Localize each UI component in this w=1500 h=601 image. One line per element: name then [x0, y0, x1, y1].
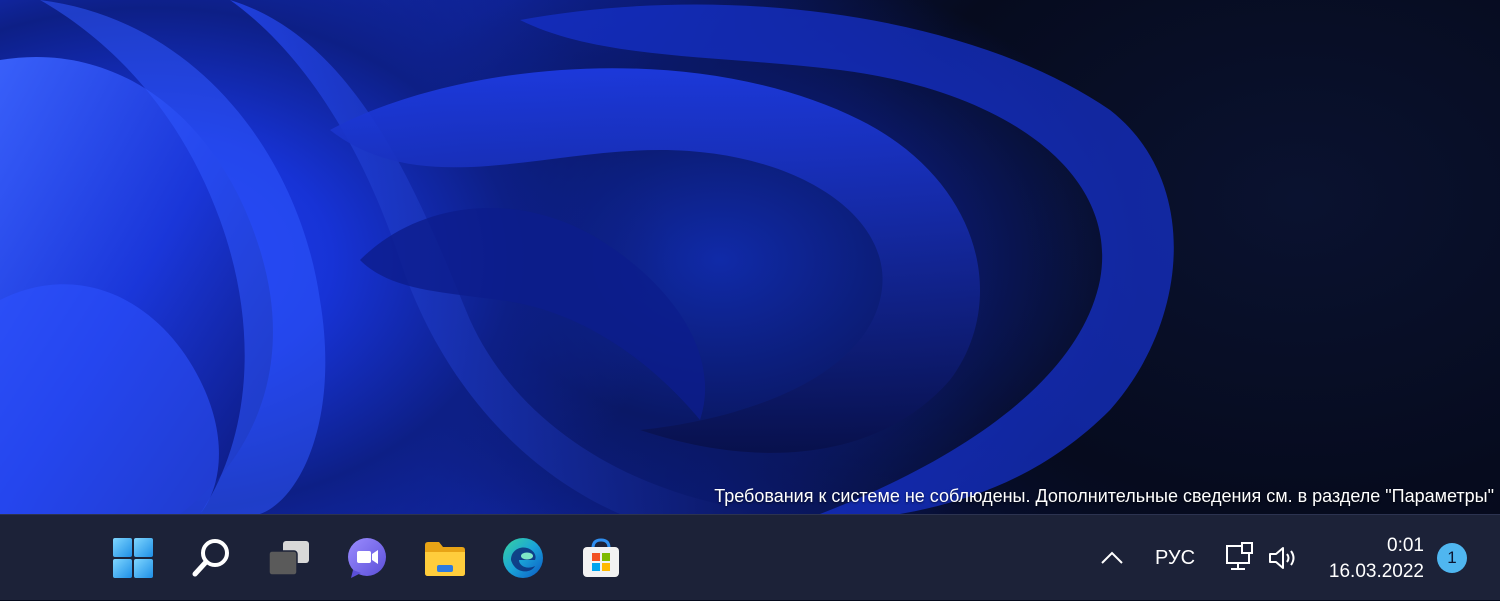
- taskbar: РУС 0:01 16.03.2022 1: [0, 514, 1500, 600]
- wallpaper-bloom: [0, 0, 1174, 514]
- clock[interactable]: 0:01 16.03.2022: [1329, 533, 1424, 585]
- chat-button[interactable]: [339, 530, 395, 586]
- volume-button[interactable]: [1266, 515, 1300, 601]
- volume-icon: [1269, 547, 1295, 569]
- clock-date: 16.03.2022: [1328, 561, 1424, 582]
- desktop-wallpaper: Требования к системе не соблюдены. Допол…: [0, 0, 1500, 514]
- language-indicator[interactable]: РУС: [1155, 515, 1195, 601]
- folder-icon: [425, 542, 465, 576]
- store-button[interactable]: [573, 530, 629, 586]
- windows-logo-icon: [113, 538, 153, 578]
- network-button[interactable]: [1223, 515, 1257, 601]
- file-explorer-button[interactable]: [417, 530, 473, 586]
- store-icon: [583, 538, 619, 577]
- task-view-icon: [268, 541, 309, 576]
- edge-button[interactable]: [495, 530, 551, 586]
- tray-overflow-button[interactable]: [1096, 515, 1128, 601]
- network-icon: [1226, 542, 1253, 570]
- edge-icon: [503, 538, 543, 578]
- chat-icon: [348, 538, 386, 578]
- activation-notice: Требования к системе не соблюдены. Допол…: [714, 486, 1494, 506]
- notification-badge[interactable]: 1: [1437, 543, 1467, 573]
- clock-time: 0:01: [1387, 535, 1424, 556]
- chevron-up-icon: [1101, 551, 1123, 564]
- search-icon: [192, 539, 229, 577]
- start-button[interactable]: [105, 530, 161, 586]
- search-button[interactable]: [183, 530, 239, 586]
- task-view-button[interactable]: [261, 530, 317, 586]
- language-label: РУС: [1155, 546, 1196, 569]
